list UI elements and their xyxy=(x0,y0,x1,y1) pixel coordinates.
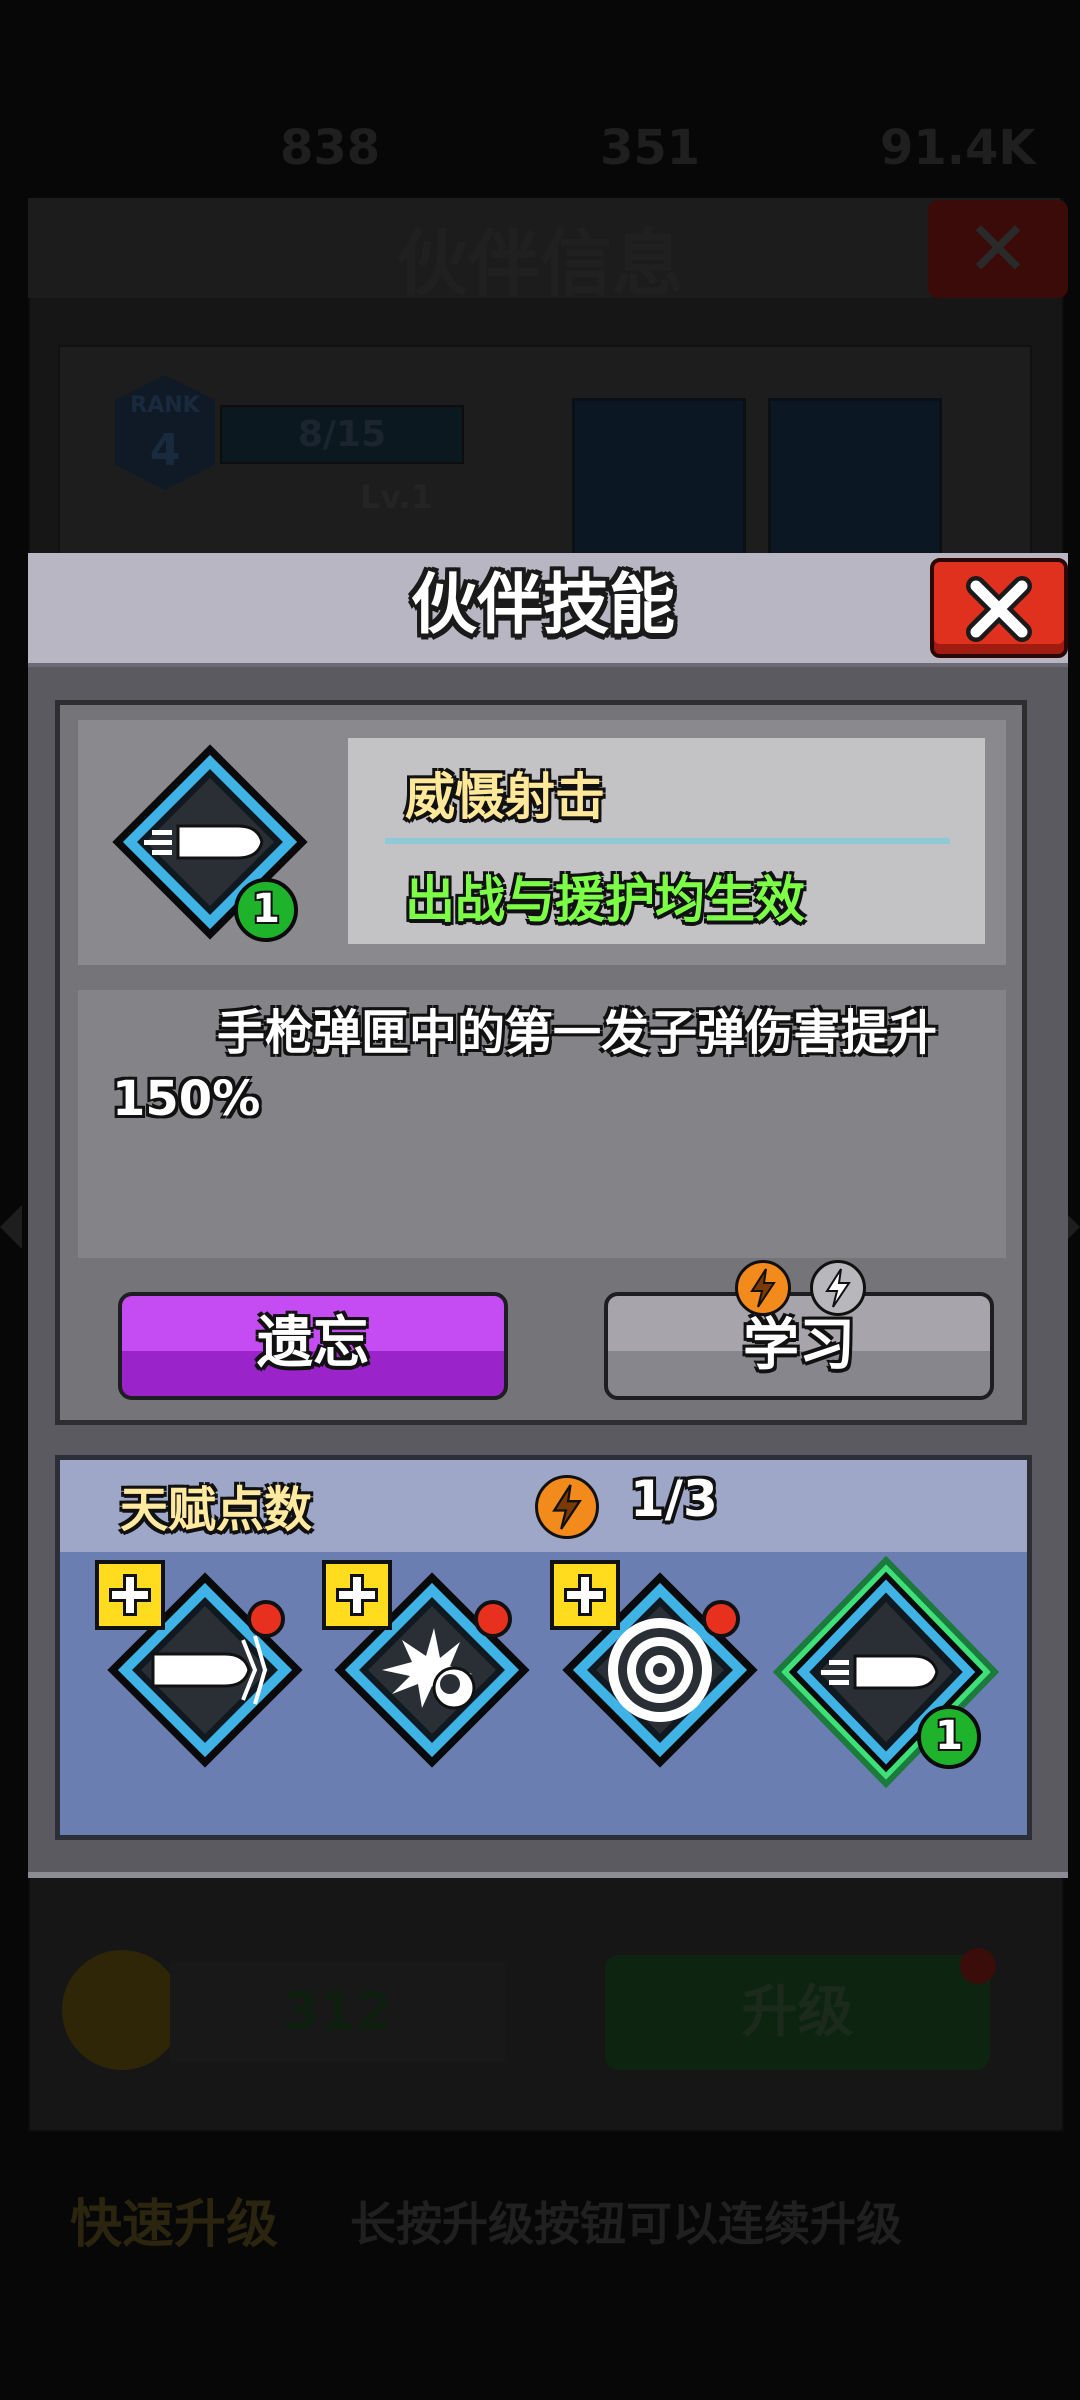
talent-slot[interactable] xyxy=(322,1560,542,1800)
plus-icon xyxy=(322,1560,392,1630)
close-icon xyxy=(966,576,1032,642)
plus-icon xyxy=(550,1560,620,1630)
prev-arrow-icon xyxy=(0,1205,22,1249)
skill-description: 手枪弹匣中的第一发子弹伤害提升150% xyxy=(112,1005,938,1127)
tip-title: 快速升级 xyxy=(70,2195,279,2255)
orange-lightning-icon xyxy=(735,1260,791,1316)
notification-dot xyxy=(702,1600,740,1638)
partner-info-close-icon: ✕ xyxy=(928,200,1068,298)
coin-icon xyxy=(62,1950,182,2070)
plus-icon xyxy=(95,1560,165,1630)
divider xyxy=(385,838,950,844)
skill-level-badge: 1 xyxy=(234,878,298,942)
partner-level: Lv.1 xyxy=(360,478,434,516)
skill-name: 威慑射击 xyxy=(405,768,605,826)
close-button[interactable] xyxy=(930,558,1068,658)
partner-info-title: 伙伴信息 xyxy=(395,222,684,306)
gray-lightning-icon xyxy=(810,1260,866,1316)
weapon-slot xyxy=(768,398,942,559)
tip-text: 长按升级按钮可以连续升级 xyxy=(350,2197,902,2251)
rank-label: RANK xyxy=(130,393,200,418)
talent-points-label: 天赋点数 xyxy=(120,1482,313,1538)
rank-value: 4 xyxy=(149,425,181,476)
weapon-slot xyxy=(572,398,746,559)
resource-count: 838 xyxy=(280,120,381,176)
lightning-icon xyxy=(535,1475,599,1539)
forget-button[interactable]: 遗忘 xyxy=(118,1292,508,1400)
modal-title: 伙伴技能 xyxy=(411,566,675,643)
talent-slot[interactable] xyxy=(95,1560,315,1800)
resource-count: 91.4K xyxy=(880,120,1036,176)
rank-progress: 8/15 xyxy=(220,405,464,464)
talent-slot-selected[interactable]: 1 xyxy=(772,1555,1000,1800)
talent-points-count: 1/3 xyxy=(630,1470,718,1528)
coin-cost: 312 xyxy=(170,1962,505,2062)
notification-dot xyxy=(247,1600,285,1638)
notification-dot xyxy=(474,1600,512,1638)
upgrade-button: 升级 xyxy=(605,1955,990,2070)
resource-count: 351 xyxy=(600,120,701,176)
learn-button[interactable]: 学习 xyxy=(604,1292,994,1400)
talent-slot[interactable] xyxy=(550,1560,770,1800)
skill-scope: 出战与援护均生效 xyxy=(405,871,805,929)
talent-level-badge: 1 xyxy=(917,1705,981,1769)
notification-dot xyxy=(960,1948,996,1984)
